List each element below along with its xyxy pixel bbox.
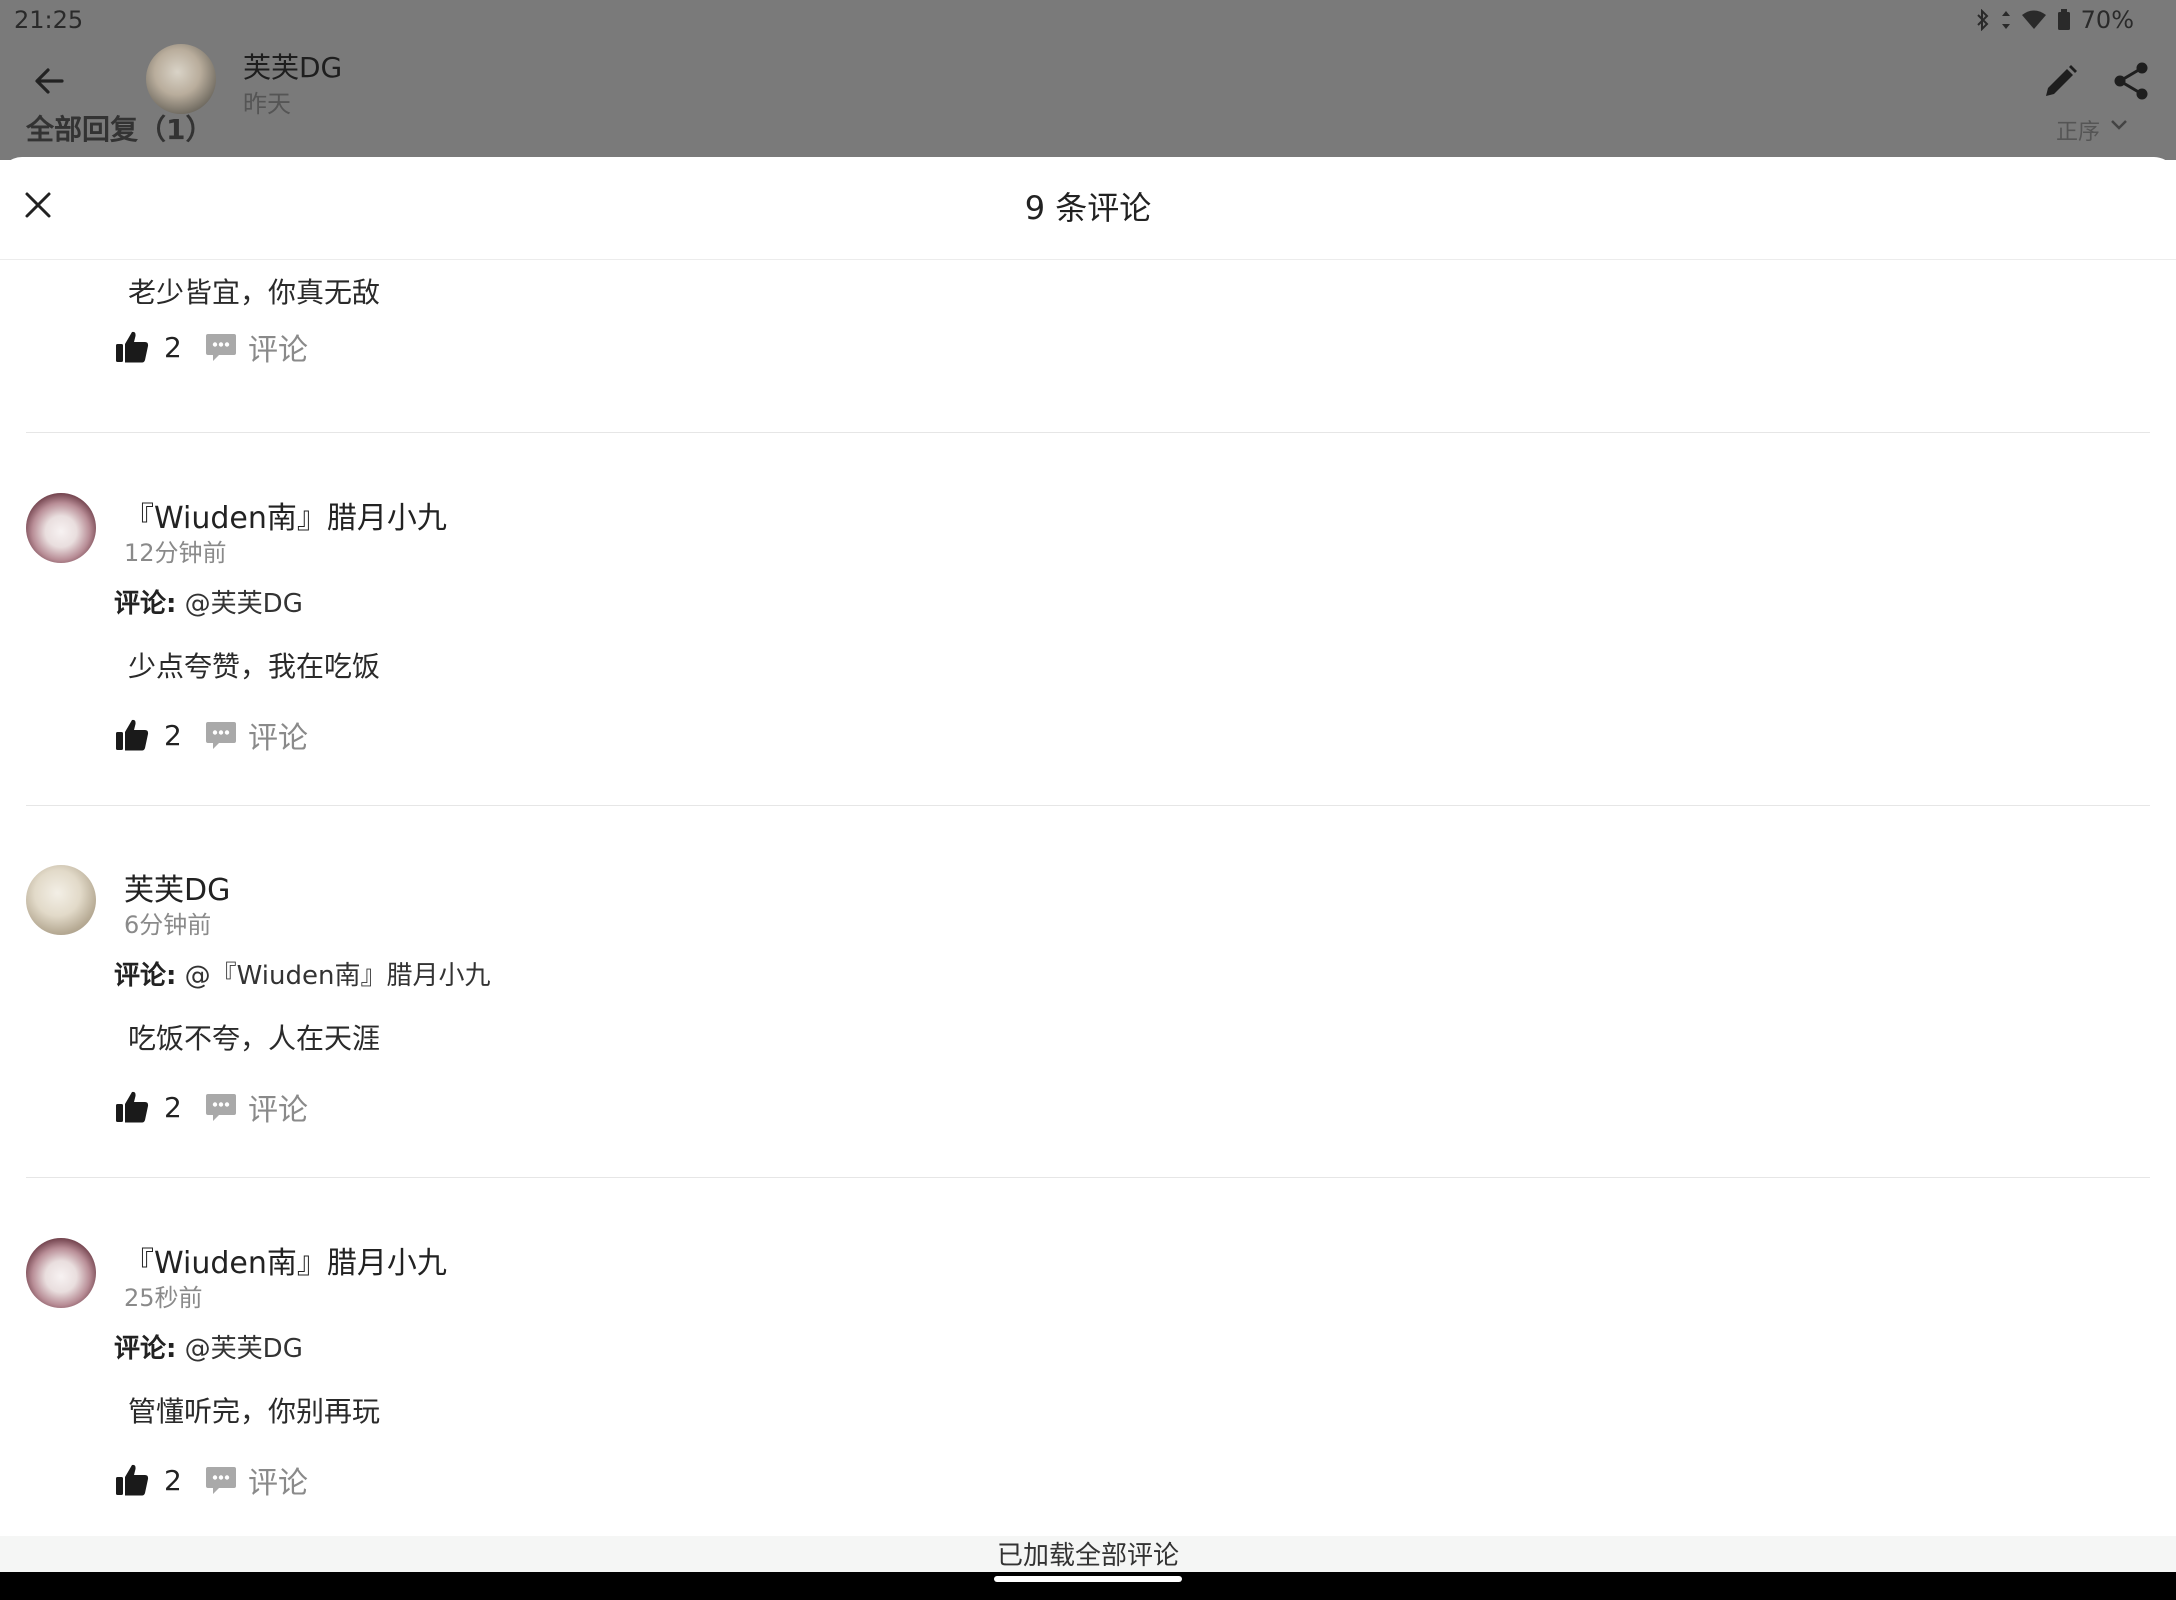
like-count: 2 bbox=[164, 1090, 182, 1124]
edit-pencil-icon[interactable] bbox=[2040, 62, 2080, 102]
thumbs-up-icon[interactable] bbox=[114, 717, 150, 753]
status-time: 21:25 bbox=[14, 6, 84, 34]
mention[interactable]: @『Wiuden南』腊月小九 bbox=[185, 961, 491, 991]
comment-time: 12分钟前 bbox=[124, 539, 227, 567]
avatar[interactable] bbox=[26, 1238, 96, 1308]
thumbs-up-icon[interactable] bbox=[114, 1462, 150, 1498]
all-loaded-note: 已加载全部评论 bbox=[0, 1536, 2176, 1576]
author-avatar[interactable] bbox=[146, 44, 216, 114]
mention[interactable]: @芙芙DG bbox=[185, 1334, 303, 1364]
comment-item: 芙芙DG 6分钟前 评论: @『Wiuden南』腊月小九 吃饭不夸，人在天涯 2… bbox=[0, 865, 2176, 1235]
like-count: 2 bbox=[164, 718, 182, 752]
divider bbox=[26, 1177, 2150, 1178]
battery-percent: 70% bbox=[2080, 6, 2134, 34]
chevron-down-icon[interactable] bbox=[2106, 112, 2132, 138]
comment-actions: 2 评论 bbox=[114, 1085, 308, 1129]
comment-bubble-icon[interactable] bbox=[204, 718, 238, 752]
comment-time: 6分钟前 bbox=[124, 911, 212, 939]
home-indicator[interactable] bbox=[994, 1576, 1182, 1582]
avatar[interactable] bbox=[26, 493, 96, 563]
commenter-name[interactable]: 芙芙DG bbox=[124, 865, 230, 909]
like-count: 2 bbox=[164, 1463, 182, 1497]
sort-label[interactable]: 正序 bbox=[2056, 114, 2100, 146]
comment-bubble-icon[interactable] bbox=[204, 330, 238, 364]
reply-button[interactable]: 评论 bbox=[248, 713, 308, 757]
divider bbox=[26, 432, 2150, 433]
divider bbox=[26, 805, 2150, 806]
thumbs-up-icon[interactable] bbox=[114, 329, 150, 365]
comment-bubble-icon[interactable] bbox=[204, 1090, 238, 1124]
wifi-icon bbox=[2021, 10, 2046, 29]
comment-text: 老少皆宜，你真无敌 bbox=[128, 276, 381, 309]
avatar[interactable] bbox=[26, 865, 96, 935]
reply-prefix: 评论: bbox=[114, 1334, 177, 1364]
comment-actions: 2 评论 bbox=[114, 1458, 308, 1502]
reply-button[interactable]: 评论 bbox=[248, 325, 308, 369]
comment-text: 少点夸赞，我在吃饭 bbox=[128, 650, 381, 683]
like-count: 2 bbox=[164, 330, 182, 364]
comment-bubble-icon[interactable] bbox=[204, 1463, 238, 1497]
reply-prefix: 评论: bbox=[114, 589, 177, 619]
sheet-title: 9 条评论 bbox=[1024, 189, 1152, 227]
sheet-header: 9 条评论 bbox=[0, 157, 2176, 260]
commenter-name[interactable]: 『Wiuden南』腊月小九 bbox=[124, 1238, 447, 1282]
battery-icon bbox=[2057, 9, 2070, 30]
comment-text: 管懂听完，你别再玩 bbox=[128, 1395, 381, 1428]
share-icon[interactable] bbox=[2110, 60, 2152, 102]
comment-actions: 2 评论 bbox=[114, 713, 308, 757]
comment-item: 『Wiuden南』腊月小九 25秒前 评论: @芙芙DG 管懂听完，你别再玩 2… bbox=[0, 1238, 2176, 1573]
background-page: 21:25 70% 芙芙DG 昨天 全部回复（1） 正序 bbox=[0, 0, 2176, 160]
status-icons: 70% bbox=[1975, 6, 2134, 34]
all-replies-heading: 全部回复（1） bbox=[26, 113, 214, 146]
comment-item: 『Wiuden南』腊月小九 12分钟前 评论: @芙芙DG 少点夸赞，我在吃饭 … bbox=[0, 493, 2176, 863]
bluetooth-icon bbox=[1976, 9, 1989, 31]
reply-button[interactable]: 评论 bbox=[248, 1085, 308, 1129]
reply-target: 评论: @『Wiuden南』腊月小九 bbox=[114, 955, 491, 992]
author-name[interactable]: 芙芙DG bbox=[243, 46, 342, 86]
reply-target: 评论: @芙芙DG bbox=[114, 1328, 303, 1365]
comments-sheet: 9 条评论 老少皆宜，你真无敌 2 评论 『Wiuden南』腊月小九 12分钟前… bbox=[0, 157, 2176, 1573]
data-arrows-icon bbox=[2001, 11, 2010, 29]
comment-time: 25秒前 bbox=[124, 1284, 203, 1312]
back-arrow-icon[interactable] bbox=[28, 60, 70, 102]
reply-prefix: 评论: bbox=[114, 961, 177, 991]
commenter-name[interactable]: 『Wiuden南』腊月小九 bbox=[124, 493, 447, 537]
post-date: 昨天 bbox=[243, 90, 291, 118]
mention[interactable]: @芙芙DG bbox=[185, 589, 303, 619]
thumbs-up-icon[interactable] bbox=[114, 1089, 150, 1125]
reply-button[interactable]: 评论 bbox=[248, 1458, 308, 1502]
reply-target: 评论: @芙芙DG bbox=[114, 583, 303, 620]
comment-text: 吃饭不夸，人在天涯 bbox=[128, 1022, 381, 1055]
comment-actions: 2 评论 bbox=[114, 325, 308, 369]
